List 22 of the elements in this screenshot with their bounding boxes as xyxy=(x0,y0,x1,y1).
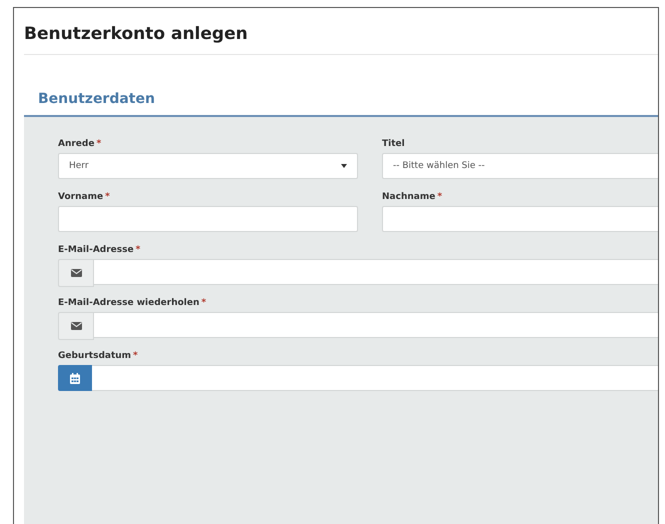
field-label: E-Mail-Adresse wiederholen * xyxy=(58,298,208,308)
field-label: Titel xyxy=(382,139,406,149)
input-field[interactable] xyxy=(58,206,358,232)
input-field[interactable] xyxy=(94,259,658,285)
calendar-icon xyxy=(70,372,80,384)
select-value: Herr xyxy=(69,161,89,171)
envelope-icon xyxy=(70,322,82,330)
input-field[interactable] xyxy=(92,365,658,391)
input-field[interactable] xyxy=(382,206,658,232)
select-field[interactable]: Herr xyxy=(58,153,358,179)
calendar-button[interactable] xyxy=(58,365,92,391)
page-title: Benutzerkonto anlegen xyxy=(24,8,658,55)
caret-icon xyxy=(341,164,347,168)
select-value: -- Bitte wählen Sie -- xyxy=(393,161,485,171)
field-label: Anrede * xyxy=(58,139,102,149)
field-label: Vorname * xyxy=(58,192,111,202)
input-field[interactable] xyxy=(94,312,658,338)
field-label: Nachname * xyxy=(382,192,444,202)
envelope-icon xyxy=(70,269,82,277)
field-label: E-Mail-Adresse * xyxy=(58,245,142,255)
field-label: Geburtsdatum * xyxy=(58,351,139,361)
select-field[interactable]: -- Bitte wählen Sie -- xyxy=(382,153,658,179)
